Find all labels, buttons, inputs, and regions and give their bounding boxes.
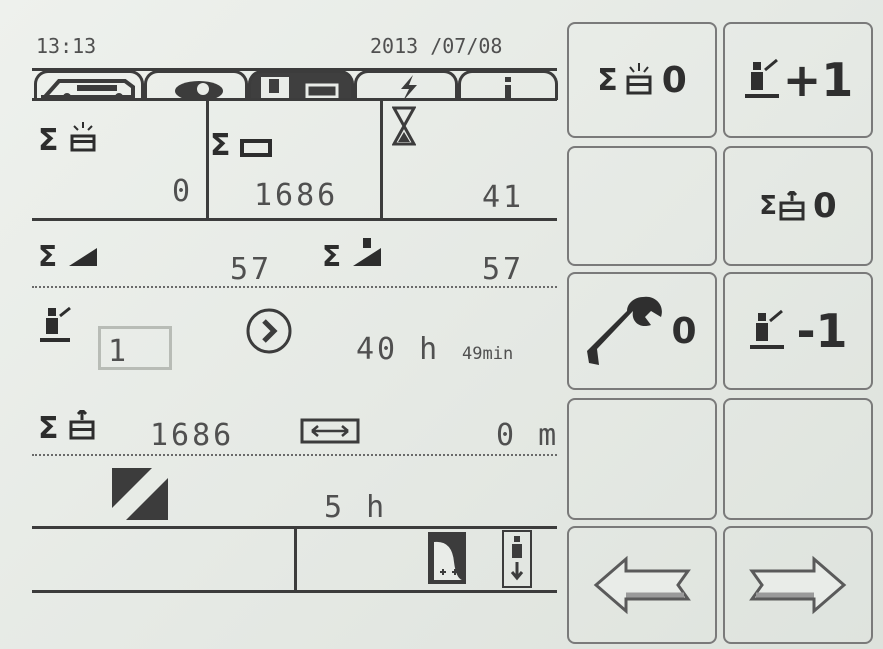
- cell-divider-1: [206, 100, 209, 220]
- sigma-field-icon: Σ: [38, 240, 101, 273]
- sigma-field-bale-icon: Σ: [322, 236, 385, 273]
- cell-divider-2: [380, 100, 383, 220]
- arrow-left-icon: [593, 555, 691, 615]
- operator-icon: [40, 306, 71, 342]
- hourglass-icon: [392, 106, 416, 146]
- empty-button-1[interactable]: [567, 146, 717, 266]
- reset-drop-sigma: Σ: [759, 191, 778, 221]
- empty-button-3[interactable]: [723, 398, 873, 520]
- operating-time-min: 49min: [462, 344, 514, 364]
- tab-harvester[interactable]: [34, 70, 144, 101]
- sigma-bale-icon: Σ: [210, 128, 274, 163]
- dotted-divider-2: [32, 454, 557, 456]
- sigma-bale-drop-reset-icon: [779, 191, 805, 221]
- width-value: 0 m: [496, 418, 560, 453]
- dotted-divider-1: [32, 286, 557, 288]
- reset-alarm-zero: 0: [661, 59, 687, 101]
- date-display: 2013 /07/08: [370, 34, 503, 58]
- info-icon: [505, 77, 511, 101]
- field-bale-total: 57: [482, 252, 525, 287]
- bale-total: 1686: [254, 178, 339, 213]
- previous-page-button[interactable]: [567, 526, 717, 644]
- bale-drop-total: 1686: [150, 418, 235, 453]
- next-page-button[interactable]: [723, 526, 873, 644]
- service-reset-zero: 0: [671, 310, 697, 352]
- grid-line-1: [32, 218, 557, 221]
- tab-info[interactable]: [458, 70, 558, 101]
- operator-minus-button[interactable]: -1: [723, 272, 873, 390]
- tab-power[interactable]: [354, 70, 458, 101]
- reset-drop-zero: 0: [813, 186, 837, 226]
- cut-time: 5 h: [324, 490, 388, 525]
- bottom-divider: [294, 528, 297, 590]
- operator-plus-icon: [744, 58, 779, 98]
- sigma-bale-alarm-icon: Σ: [38, 122, 98, 158]
- operator-plus-button[interactable]: +1: [723, 22, 873, 138]
- sigma-bale-drop-icon: Σ: [38, 410, 96, 446]
- bale-alarm-total: 0: [172, 174, 194, 209]
- reset-alarm-sigma: Σ: [597, 62, 618, 98]
- service-reset-button[interactable]: 0: [567, 272, 717, 390]
- field-total: 57: [230, 252, 273, 287]
- operator-drop-icon: [502, 530, 532, 588]
- clock-time: 13:13: [36, 34, 97, 58]
- reset-alarm-total-button[interactable]: Σ 0: [567, 22, 717, 138]
- reset-drop-total-button[interactable]: Σ 0: [723, 146, 873, 266]
- operator-plus-label: +1: [782, 53, 854, 107]
- harvester-icon: [41, 79, 135, 101]
- operator-minus-label: -1: [796, 304, 848, 358]
- lcd-screen: 13:13 2013 /07/08 Σ 0 Σ 1686 41 Σ 57 Σ 5…: [0, 0, 883, 649]
- tabs-baseline: [32, 98, 557, 101]
- hourglass-value: 41: [482, 180, 525, 215]
- tab-eye[interactable]: [144, 70, 248, 101]
- operator-number: 1: [108, 334, 130, 369]
- lightning-icon: [401, 75, 417, 101]
- sigma-bale-alarm-reset-icon: [626, 63, 652, 95]
- cut-field-icon: [112, 468, 168, 520]
- clock-circle-icon: [246, 308, 292, 354]
- arrow-right-icon: [749, 555, 847, 615]
- tab-operator-bale[interactable]: [248, 70, 354, 100]
- operator-minus-icon: [750, 309, 785, 349]
- field-edge-icon: [428, 532, 466, 584]
- operator-bale-icon: [261, 77, 339, 99]
- eye-icon: [175, 81, 223, 101]
- width-arrow-icon: [300, 418, 360, 444]
- wrench-icon: [587, 296, 663, 365]
- empty-button-2[interactable]: [567, 398, 717, 520]
- operating-time: 40 h: [356, 332, 441, 367]
- bottom-line: [32, 590, 557, 593]
